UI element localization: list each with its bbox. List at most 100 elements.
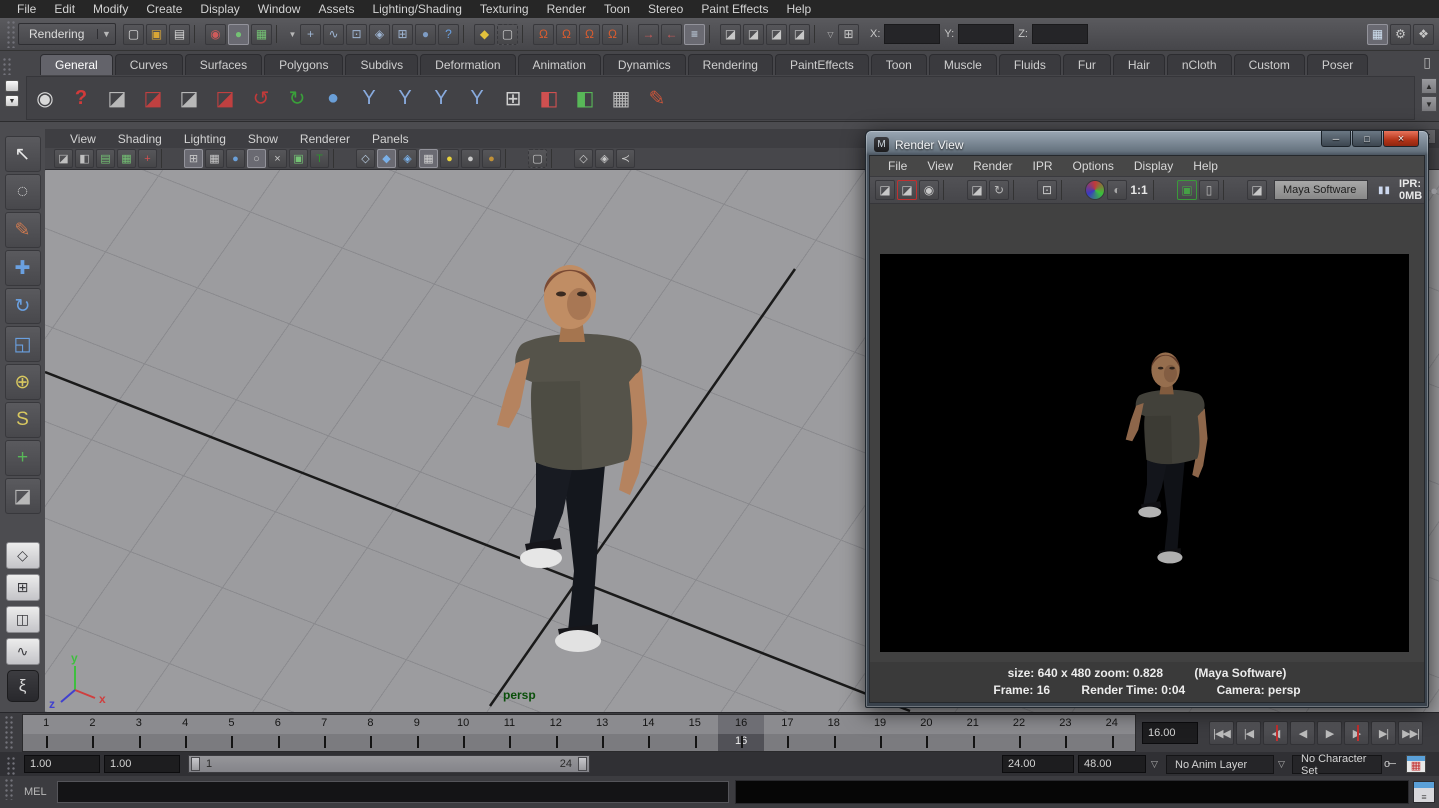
render-view-menu-item[interactable]: View	[917, 159, 963, 173]
panel-menu-item[interactable]: Show	[237, 132, 289, 146]
menu-set-selector[interactable]: Rendering ▼	[18, 23, 116, 45]
rv-alpha-channel-icon[interactable]: ◐	[1107, 180, 1127, 200]
vp-image-plane-icon[interactable]: ▦	[117, 149, 136, 168]
paint-selection-tool-icon[interactable]: ✎	[5, 212, 41, 248]
shelf-tab[interactable]: Fluids	[999, 54, 1061, 75]
shelf-tab[interactable]: Polygons	[264, 54, 343, 75]
shelf-tab[interactable]: Hair	[1113, 54, 1165, 75]
shelf-cluster-4-icon[interactable]: Y	[460, 81, 494, 115]
go-to-end-button[interactable]: ▶▶|	[1398, 721, 1423, 745]
shelf-scroll-up-icon[interactable]: ▲	[1421, 78, 1437, 94]
shelf-item-menu-button[interactable]	[5, 80, 19, 92]
animation-end-field[interactable]	[1078, 755, 1146, 773]
shelf-hypergraph-icon[interactable]: ⊞	[496, 81, 530, 115]
menu-assets[interactable]: Assets	[309, 2, 363, 16]
rv-render-icon[interactable]: ◪	[875, 180, 895, 200]
menu-modify[interactable]: Modify	[84, 2, 137, 16]
menu-window[interactable]: Window	[249, 2, 310, 16]
vp-grid-icon[interactable]: ⊞	[184, 149, 203, 168]
shelf-tab[interactable]: Curves	[115, 54, 183, 75]
timeline-frame[interactable]: 24	[1089, 715, 1135, 751]
show-manipulator-icon[interactable]: +	[5, 440, 41, 476]
vp-share-view-icon[interactable]: ≺	[616, 149, 635, 168]
timeline-frame[interactable]: 10	[440, 715, 486, 751]
minimize-button[interactable]: ─	[1321, 131, 1351, 147]
set-key-icon[interactable]: o─	[1384, 758, 1394, 770]
vp-xray-joints-icon[interactable]: ◈	[595, 149, 614, 168]
snap-menu-arrow-icon[interactable]: ▼	[287, 24, 298, 45]
absolute-transform-icon[interactable]: ⊞	[838, 24, 859, 45]
render-view-menu-item[interactable]: File	[878, 159, 917, 173]
panel-menu-item[interactable]: Shading	[107, 132, 173, 146]
vp-isolate-select-icon[interactable]: ▢	[528, 149, 547, 168]
range-slider-grip[interactable]	[6, 756, 16, 776]
field-mode-arrow-icon[interactable]: ▽	[825, 24, 836, 45]
shelf-tab[interactable]: PaintEffects	[775, 54, 869, 75]
character-set-dropdown-icon[interactable]: ▽	[1278, 759, 1285, 770]
menu-render[interactable]: Render	[538, 2, 595, 16]
current-time-field[interactable]	[1142, 722, 1198, 744]
rv-one-to-one-button[interactable]: 1:1	[1129, 180, 1149, 200]
universal-manipulator-icon[interactable]: ⊕	[5, 364, 41, 400]
shelf-camera-dolly-icon[interactable]: ◪	[172, 81, 206, 115]
rv-region-render-icon[interactable]: ⊡	[1037, 180, 1057, 200]
menu-file[interactable]: File	[8, 2, 45, 16]
shelf-tab[interactable]: Custom	[1234, 54, 1305, 75]
status-line-grip[interactable]	[6, 20, 16, 48]
timeline-frame[interactable]: 1616	[718, 715, 764, 751]
vp-xray-icon[interactable]: ◇	[574, 149, 593, 168]
command-line-input[interactable]	[57, 781, 729, 803]
vp-bookmark-icon[interactable]: ▤	[96, 149, 115, 168]
new-scene-icon[interactable]: ▢	[123, 24, 144, 45]
shelf-cluster-3-icon[interactable]: Y	[424, 81, 458, 115]
menu-toon[interactable]: Toon	[595, 2, 639, 16]
timeline-frame[interactable]: 3	[116, 715, 162, 751]
command-line-grip[interactable]	[4, 778, 14, 800]
snap-to-curves-icon[interactable]: ∿	[323, 24, 344, 45]
timeline-frame[interactable]: 19	[857, 715, 903, 751]
menu-create[interactable]: Create	[137, 2, 191, 16]
shelf-cluster-2-icon[interactable]: Y	[388, 81, 422, 115]
vp-gate-mask-icon[interactable]: ○	[247, 149, 266, 168]
snap-magnet-center-icon[interactable]: Ω	[602, 24, 623, 45]
render-view-menu-item[interactable]: Render	[963, 159, 1022, 173]
shelf-paint-brush-icon[interactable]: ✎	[640, 81, 674, 115]
timeline-frame[interactable]: 12	[533, 715, 579, 751]
timeline-frame[interactable]: 23	[1042, 715, 1088, 751]
trash-icon[interactable]: ▯	[1423, 54, 1431, 71]
rv-refresh-ipr-icon[interactable]: ↻	[989, 180, 1009, 200]
timeline-ruler[interactable]: 1234567891011121314151616171819202122232…	[22, 714, 1136, 752]
lasso-tool-icon[interactable]: ◌	[5, 174, 41, 210]
timeline-frame[interactable]: 18	[811, 715, 857, 751]
snap-magnet-curve-icon[interactable]: Ω	[556, 24, 577, 45]
tool-settings-icon[interactable]: ⚙	[1390, 24, 1411, 45]
shelf-tab[interactable]: Fur	[1063, 54, 1111, 75]
shelf-select-component-icon[interactable]: ▦	[604, 81, 638, 115]
timeline-frame[interactable]: 7	[301, 715, 347, 751]
snap-to-planes-icon[interactable]: ◈	[369, 24, 390, 45]
menu-edit[interactable]: Edit	[45, 2, 84, 16]
menu-help[interactable]: Help	[778, 2, 821, 16]
vp-safe-title-icon[interactable]: T	[310, 149, 329, 168]
shelf-tab[interactable]: Animation	[518, 54, 601, 75]
maximize-button[interactable]: □	[1352, 131, 1382, 147]
highlight-selection-icon[interactable]: ▢	[497, 24, 518, 45]
vp-field-chart-icon[interactable]: ×	[268, 149, 287, 168]
command-line-output[interactable]	[735, 780, 1409, 804]
shelf-tab[interactable]: nCloth	[1167, 54, 1232, 75]
shelf-tab[interactable]: Rendering	[688, 54, 773, 75]
chevron-down-icon[interactable]: ▼	[97, 29, 115, 39]
step-forward-key-button[interactable]: ▶	[1344, 721, 1369, 745]
last-tool-icon[interactable]: ◪	[5, 478, 41, 514]
step-back-frame-button[interactable]: |◀	[1236, 721, 1261, 745]
menu-texturing[interactable]: Texturing	[471, 2, 538, 16]
timeline-frame[interactable]: 4	[162, 715, 208, 751]
vp-wireframe-icon[interactable]: ◇	[356, 149, 375, 168]
vp-film-gate-icon[interactable]: ▦	[205, 149, 224, 168]
play-forwards-button[interactable]: ▶	[1317, 721, 1342, 745]
four-pane-layout-button[interactable]: ⊞	[6, 574, 40, 601]
timeline-frame[interactable]: 5	[208, 715, 254, 751]
shelf-camera-pan-icon[interactable]: ◪	[136, 81, 170, 115]
shelf-redo-icon[interactable]: ↻	[280, 81, 314, 115]
shelf-help-icon[interactable]: ?	[64, 81, 98, 115]
